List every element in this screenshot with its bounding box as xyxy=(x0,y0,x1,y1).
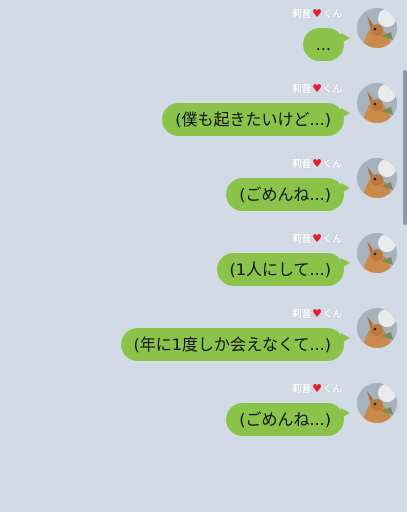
avatar[interactable] xyxy=(357,8,397,48)
message-row: 莉音♥くん (ごめんね...) xyxy=(0,158,397,218)
heart-icon: ♥ xyxy=(312,382,322,395)
message-bubble[interactable]: ... xyxy=(302,28,351,61)
sender-name: 莉音♥くん xyxy=(292,383,342,396)
chat-area[interactable]: 莉音♥くん ... 莉音♥くん (僕も起きたいけど...) 莉音♥くん (ごめん… xyxy=(0,0,407,512)
sender-name-text: 莉音 xyxy=(292,159,312,170)
sender-name-text: 莉音 xyxy=(292,384,312,395)
sender-name: 莉音♥くん xyxy=(292,233,342,246)
scrollbar[interactable] xyxy=(403,70,407,225)
sender-name: 莉音♥くん xyxy=(292,308,342,321)
sender-name-text: 莉音 xyxy=(292,309,312,320)
sender-suffix: くん xyxy=(322,234,342,245)
sender-suffix: くん xyxy=(322,309,342,320)
sender-name: 莉音♥くん xyxy=(292,8,342,21)
sender-name-text: 莉音 xyxy=(292,9,312,20)
message-bubble[interactable]: (年に1度しか会えなくて...) xyxy=(120,328,351,361)
message-row: 莉音♥くん ... xyxy=(0,8,397,68)
sender-suffix: くん xyxy=(322,9,342,20)
heart-icon: ♥ xyxy=(312,307,322,320)
avatar[interactable] xyxy=(357,83,397,123)
heart-icon: ♥ xyxy=(312,157,322,170)
avatar[interactable] xyxy=(357,308,397,348)
avatar[interactable] xyxy=(357,383,397,423)
message-row: 莉音♥くん (ごめんね...) xyxy=(0,383,397,443)
heart-icon: ♥ xyxy=(312,82,322,95)
sender-name-text: 莉音 xyxy=(292,234,312,245)
sender-suffix: くん xyxy=(322,84,342,95)
message-row: 莉音♥くん (1人にして...) xyxy=(0,233,397,293)
message-bubble[interactable]: (1人にして...) xyxy=(216,253,351,286)
sender-name: 莉音♥くん xyxy=(292,158,342,171)
message-bubble[interactable]: (ごめんね...) xyxy=(226,403,350,436)
message-bubble[interactable]: (ごめんね...) xyxy=(226,178,350,211)
sender-suffix: くん xyxy=(322,384,342,395)
message-bubble[interactable]: (僕も起きたいけど...) xyxy=(162,103,350,136)
message-row: 莉音♥くん (年に1度しか会えなくて...) xyxy=(0,308,397,368)
avatar[interactable] xyxy=(357,233,397,273)
sender-name: 莉音♥くん xyxy=(292,83,342,96)
heart-icon: ♥ xyxy=(312,7,322,20)
heart-icon: ♥ xyxy=(312,232,322,245)
avatar[interactable] xyxy=(357,158,397,198)
sender-name-text: 莉音 xyxy=(292,84,312,95)
sender-suffix: くん xyxy=(322,159,342,170)
message-row: 莉音♥くん (僕も起きたいけど...) xyxy=(0,83,397,143)
